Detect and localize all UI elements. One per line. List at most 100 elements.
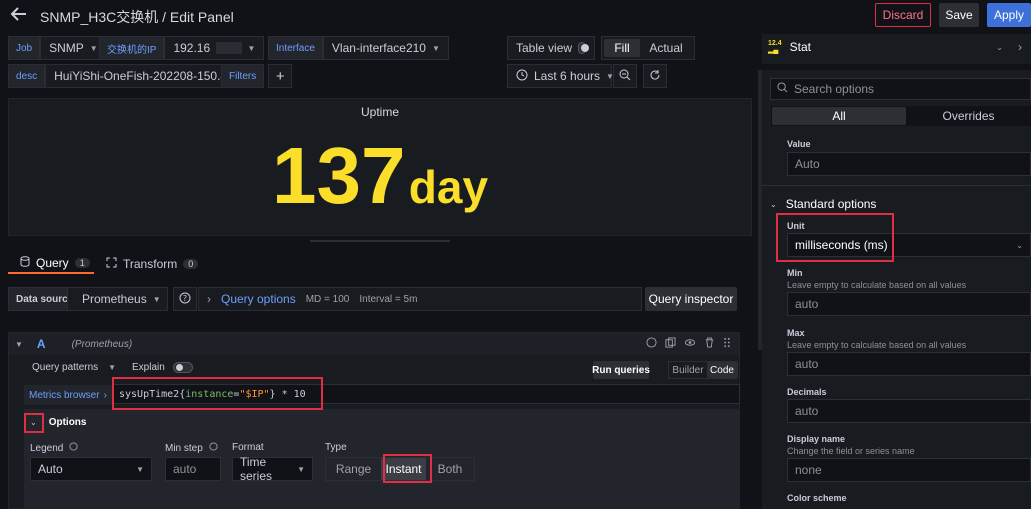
tab-query-label: Query [36,256,69,270]
drag-handle-icon[interactable] [723,337,731,351]
value-option-label: Value [787,139,811,149]
variable-ip: 交换机的IP 192.16 ▼ [99,36,265,60]
job-value: SNMP [49,41,84,55]
query-options-label[interactable]: Query options [221,292,296,306]
interval-value: Interval = 5m [359,293,418,305]
value-option-select[interactable]: Auto [787,152,1031,176]
add-filter-button[interactable]: + [268,64,293,88]
actual-button[interactable]: Actual [640,39,692,57]
datasource-help-button[interactable]: ? [173,287,197,311]
query-patterns-select[interactable]: Query patterns ▼ [32,362,116,373]
ip-variable-label: 交换机的IP [99,36,165,60]
options-label: Options [48,417,87,428]
job-select[interactable]: SNMP ▼ [40,36,107,60]
help-icon[interactable] [646,337,657,351]
query-row-header[interactable]: ▼ A (Prometheus) [9,333,739,355]
legend-field-label: Legend [30,442,78,454]
datasource-value: Prometheus [82,292,147,306]
job-variable-label: Job [8,36,41,60]
chevron-down-icon[interactable]: ▼ [15,340,23,349]
chevron-right-icon: › [103,389,107,401]
variable-interface: Interface Vlan-interface210 ▼ [268,36,449,60]
help-icon: ? [179,292,191,307]
toggle-switch[interactable] [578,42,590,54]
query-ref-id[interactable]: A [37,337,46,351]
interface-select[interactable]: Vlan-interface210 ▼ [322,36,449,60]
refresh-button[interactable] [643,64,667,88]
chevron-right-icon: › [207,292,211,306]
ip-select[interactable]: 192.16 ▼ [164,36,265,60]
color-scheme-option-label: Color scheme [787,493,847,503]
min-step-label: Min step [165,442,203,454]
query-inspector-button[interactable]: Query inspector [645,287,737,311]
builder-tab[interactable]: Builder [669,362,707,378]
filters: Filters + [221,64,293,88]
tab-all[interactable]: All [772,107,906,125]
query-options[interactable]: › Query options MD = 100 Interval = 5m [198,287,642,311]
search-placeholder: Search options [794,82,875,96]
run-queries-button[interactable]: Run queries [592,361,650,379]
duplicate-icon[interactable] [665,337,676,351]
min-option-desc: Leave empty to calculate based on all va… [787,280,967,290]
min-step-input[interactable]: auto [165,457,221,481]
query-row-actions [646,337,731,351]
desc-variable-label: desc [8,64,46,88]
min-option-input[interactable]: auto [787,292,1031,316]
time-range-picker[interactable]: Last 6 hours ▼ [507,64,614,88]
options-tabs: All Overrides [771,106,1031,126]
page-title: SNMP_H3C交换机 / Edit Panel [40,9,234,25]
zoom-out-button[interactable] [613,64,637,88]
legend-label: Legend [30,442,64,454]
legend-value: Auto [38,462,63,476]
eye-icon[interactable] [684,337,696,351]
max-option-desc: Leave empty to calculate based on all va… [787,340,967,350]
panel-preview: Uptime 137 day [8,98,752,236]
query-patterns-label: Query patterns [32,362,99,373]
panel-resize-handle[interactable] [310,240,450,242]
table-view-toggle[interactable]: Table view [507,36,595,60]
format-select[interactable]: Time series ▼ [232,455,313,483]
chevron-right-icon[interactable]: › [1018,40,1022,54]
metrics-browser-button[interactable]: Metrics browser › [24,385,112,405]
database-icon [20,256,30,270]
toggle-switch[interactable] [172,362,193,373]
chevron-down-icon: ▼ [89,43,98,53]
type-both-button[interactable]: Both [426,458,474,480]
apply-button[interactable]: Apply [987,3,1031,27]
ip-redaction [216,42,242,54]
max-option-input[interactable]: auto [787,352,1031,376]
max-option-label: Max [787,328,805,338]
legend-select[interactable]: Auto ▼ [30,457,152,481]
tab-overrides[interactable]: Overrides [906,107,1031,125]
save-button[interactable]: Save [939,3,979,27]
stat-value: 137 day [9,131,751,221]
tab-query[interactable]: Query 1 [8,254,94,274]
variable-job: Job SNMP ▼ [8,36,107,60]
type-range-button[interactable]: Range [326,458,381,480]
code-tab[interactable]: Code [707,362,737,378]
discard-button[interactable]: Discard [875,3,931,27]
viz-picker[interactable]: 12.4 ▂▄ Stat ⌄ [762,36,1015,58]
decimals-option-input[interactable]: auto [787,399,1031,423]
datasource-picker[interactable]: Prometheus ▼ [67,287,168,311]
back-arrow-icon[interactable] [10,5,28,23]
options-scrollbar[interactable] [758,70,762,350]
explain-toggle[interactable]: Explain [132,362,193,373]
tab-transform[interactable]: Transform 0 [106,254,199,274]
chevron-down-icon: ▼ [247,43,256,53]
highlight-options [24,413,44,433]
time-range-value: Last 6 hours [534,69,601,83]
search-options-input[interactable]: Search options [770,78,1031,100]
standard-options-header[interactable]: ⌄ Standard options [770,197,876,211]
display-name-option-input[interactable]: none [787,458,1031,482]
highlight-unit [776,213,894,262]
info-icon [209,442,218,454]
stat-unit: day [408,161,489,213]
options-divider [762,64,1031,70]
query-ds-name: (Prometheus) [71,338,133,350]
fill-button[interactable]: Fill [604,39,640,57]
type-label: Type [325,442,347,453]
chevron-down-icon: ⌄ [770,199,777,209]
trash-icon[interactable] [704,337,715,351]
builder-code-toggle: Builder Code [668,361,738,379]
